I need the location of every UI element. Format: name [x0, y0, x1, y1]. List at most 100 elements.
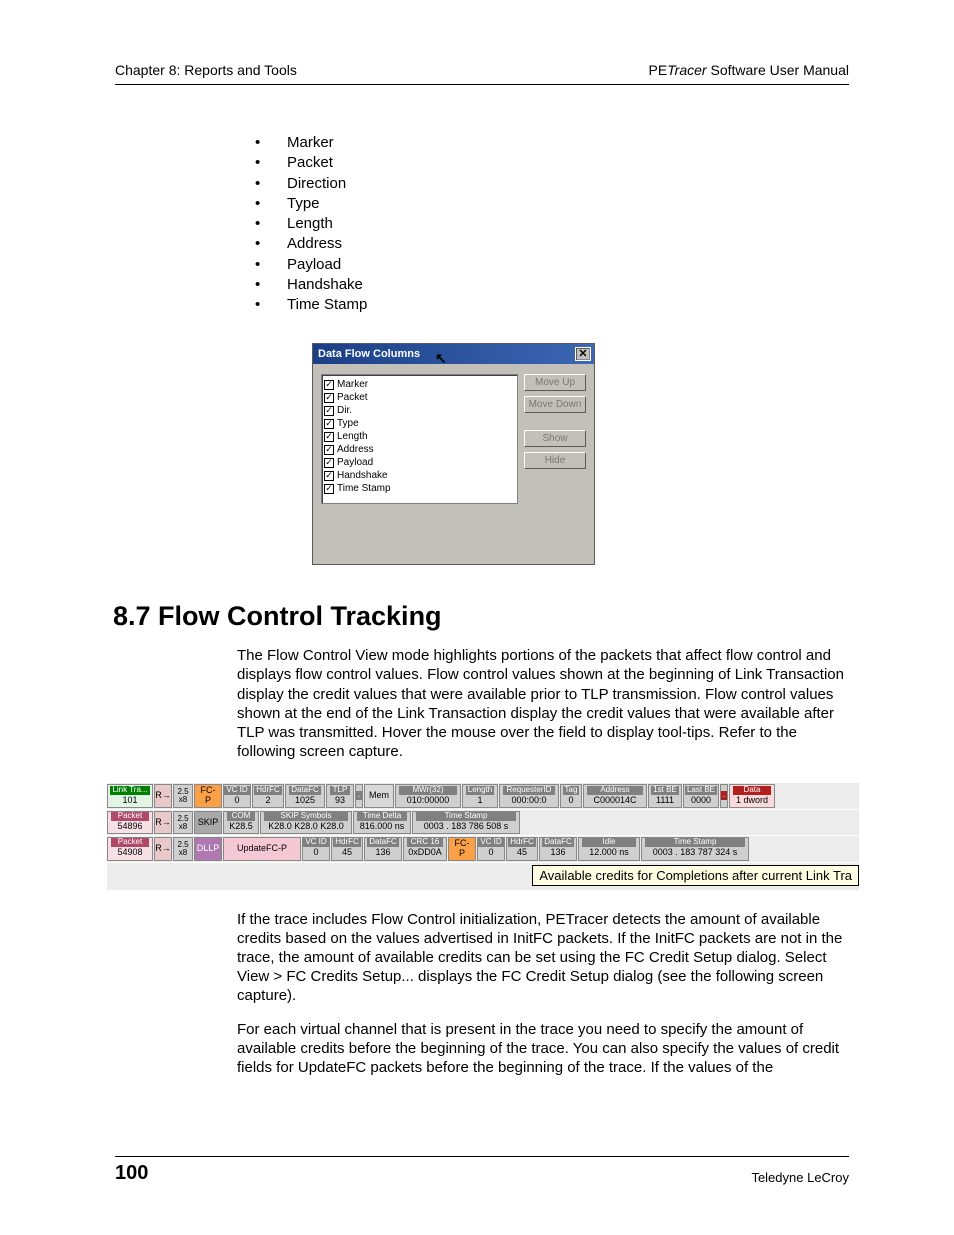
- list-item[interactable]: ✓Dir.: [324, 404, 515, 417]
- field-value: x8: [179, 796, 187, 804]
- updatefc-field[interactable]: UpdateFC-P: [223, 837, 301, 861]
- field-value: 816.000 ns: [360, 822, 405, 832]
- field-header: Packet: [111, 838, 149, 847]
- tag-field[interactable]: Tag0: [560, 784, 582, 808]
- field-value: x8: [179, 849, 187, 857]
- field-value: FC-P: [452, 839, 472, 859]
- list-item[interactable]: ✓Type: [324, 417, 515, 430]
- skip-field[interactable]: SKIP: [194, 811, 222, 834]
- link-tra-field[interactable]: Link Tra...101: [107, 784, 153, 808]
- list-item[interactable]: ✓Time Stamp: [324, 482, 515, 495]
- bullet-item: Payload: [255, 255, 849, 275]
- hdrfc-field-2[interactable]: HdrFC45: [506, 837, 538, 861]
- field-header: Link Tra...: [110, 786, 149, 795]
- lane-field[interactable]: 2.5x8: [173, 837, 193, 861]
- length-field[interactable]: Length1: [462, 784, 498, 808]
- field-header: MWr(32): [399, 786, 457, 795]
- datafc-field-2[interactable]: DataFC136: [539, 837, 577, 861]
- bullet-item: Address: [255, 234, 849, 254]
- bullet-item: Marker: [255, 133, 849, 153]
- dllp-field[interactable]: DLLP: [194, 837, 222, 861]
- lastbe-field[interactable]: Last BE0000: [683, 784, 719, 808]
- vcid-field[interactable]: VC ID0: [302, 837, 330, 861]
- lane-field[interactable]: 2.5x8: [173, 784, 193, 808]
- field-value: 45: [517, 848, 527, 858]
- field-value: SKIP: [198, 818, 219, 828]
- field-header: 1st BE: [651, 786, 679, 795]
- field-header: VC ID: [224, 786, 249, 795]
- list-item-label: Payload: [337, 456, 373, 469]
- dot-field: .: [720, 784, 728, 808]
- skip-symbols-field[interactable]: SKIP SymbolsK28.0 K28.0 K28.0: [260, 811, 352, 834]
- trace-row-1: Link Tra...101 R→ 2.5x8 FC-P VC ID0 HdrF…: [107, 783, 859, 810]
- field-value: Mem: [369, 791, 389, 801]
- field-header: TLP: [330, 786, 350, 795]
- idle-field[interactable]: Idle12.000 ns: [578, 837, 640, 861]
- vcid-field[interactable]: VC ID0: [223, 784, 251, 808]
- checkbox-icon[interactable]: ✓: [324, 484, 334, 494]
- field-header: SKIP Symbols: [264, 812, 348, 821]
- hide-button[interactable]: Hide: [524, 452, 586, 469]
- columns-listbox[interactable]: ✓Marker ✓Packet ✓Dir. ✓Type ✓Length ✓Add…: [321, 374, 518, 504]
- list-item[interactable]: ✓Handshake: [324, 469, 515, 482]
- checkbox-icon[interactable]: ✓: [324, 458, 334, 468]
- requesterid-field[interactable]: RequesterID000:00:0: [499, 784, 559, 808]
- show-button[interactable]: Show: [524, 430, 586, 447]
- fcp-field[interactable]: FC-P: [194, 784, 222, 808]
- page-footer: 100 Teledyne LeCroy: [115, 1162, 849, 1185]
- time-delta-field[interactable]: Time Delta816.000 ns: [353, 811, 411, 834]
- close-button[interactable]: ✕: [575, 347, 591, 361]
- list-item[interactable]: ✓Marker: [324, 378, 515, 391]
- checkbox-icon[interactable]: ✓: [324, 471, 334, 481]
- mem-field[interactable]: Mem: [364, 784, 394, 808]
- data-field[interactable]: Data1 dword: [729, 784, 775, 808]
- packet-field[interactable]: Packet54908: [107, 837, 153, 861]
- address-field[interactable]: AddressC000014C: [583, 784, 647, 808]
- field-value: 0: [488, 848, 493, 858]
- dialog-titlebar[interactable]: Data Flow Columns ↖ ✕: [313, 344, 594, 364]
- list-item[interactable]: ✓Address: [324, 443, 515, 456]
- checkbox-icon[interactable]: ✓: [324, 406, 334, 416]
- vcid-field-2[interactable]: VC ID0: [477, 837, 505, 861]
- time-stamp-field[interactable]: Time Stamp0003 . 183 787 324 s: [641, 837, 749, 861]
- field-value: x8: [179, 823, 187, 831]
- list-item[interactable]: ✓Length: [324, 430, 515, 443]
- firstbe-field[interactable]: 1st BE1111: [648, 784, 682, 808]
- direction-field[interactable]: R→: [154, 837, 172, 861]
- list-item[interactable]: ✓Payload: [324, 456, 515, 469]
- column-bullets: Marker Packet Direction Type Length Addr…: [255, 133, 849, 315]
- packet-field[interactable]: Packet54896: [107, 811, 153, 834]
- dot-field: .: [355, 784, 363, 808]
- mwr-field[interactable]: MWr(32)010:00000: [395, 784, 461, 808]
- checkbox-icon[interactable]: ✓: [324, 380, 334, 390]
- field-value: 0: [234, 796, 239, 806]
- list-item[interactable]: ✓Packet: [324, 391, 515, 404]
- field-value: 010:00000: [407, 796, 450, 806]
- body-paragraph-3: For each virtual channel that is present…: [237, 1020, 849, 1078]
- tlp-field[interactable]: TLP93: [326, 784, 354, 808]
- com-field[interactable]: COMK28.5: [223, 811, 259, 834]
- checkbox-icon[interactable]: ✓: [324, 445, 334, 455]
- lane-field[interactable]: 2.5x8: [173, 811, 193, 834]
- direction-field[interactable]: R→: [154, 784, 172, 808]
- move-up-button[interactable]: Move Up: [524, 374, 586, 391]
- datafc-field[interactable]: DataFC1025: [285, 784, 325, 808]
- checkbox-icon[interactable]: ✓: [324, 419, 334, 429]
- checkbox-icon[interactable]: ✓: [324, 393, 334, 403]
- page-header: Chapter 8: Reports and Tools PETracer So…: [115, 62, 849, 78]
- crc16-field[interactable]: CRC 160xDD0A: [403, 837, 447, 861]
- time-stamp-field[interactable]: Time Stamp0003 . 183 786 508 s: [412, 811, 520, 834]
- move-down-button[interactable]: Move Down: [524, 396, 586, 413]
- datafc-field[interactable]: DataFC136: [364, 837, 402, 861]
- direction-field[interactable]: R→: [154, 811, 172, 834]
- checkbox-icon[interactable]: ✓: [324, 432, 334, 442]
- field-value: 12.000 ns: [589, 848, 629, 858]
- field-header: RequesterID: [503, 786, 555, 795]
- body-paragraph-1: The Flow Control View mode highlights po…: [237, 646, 849, 761]
- field-value: 101: [122, 796, 137, 806]
- field-value: R→: [155, 844, 171, 854]
- field-header: HdrFC: [333, 838, 361, 847]
- fcp-field[interactable]: FC-P: [448, 837, 476, 861]
- hdrfc-field[interactable]: HdrFC2: [252, 784, 284, 808]
- hdrfc-field[interactable]: HdrFC45: [331, 837, 363, 861]
